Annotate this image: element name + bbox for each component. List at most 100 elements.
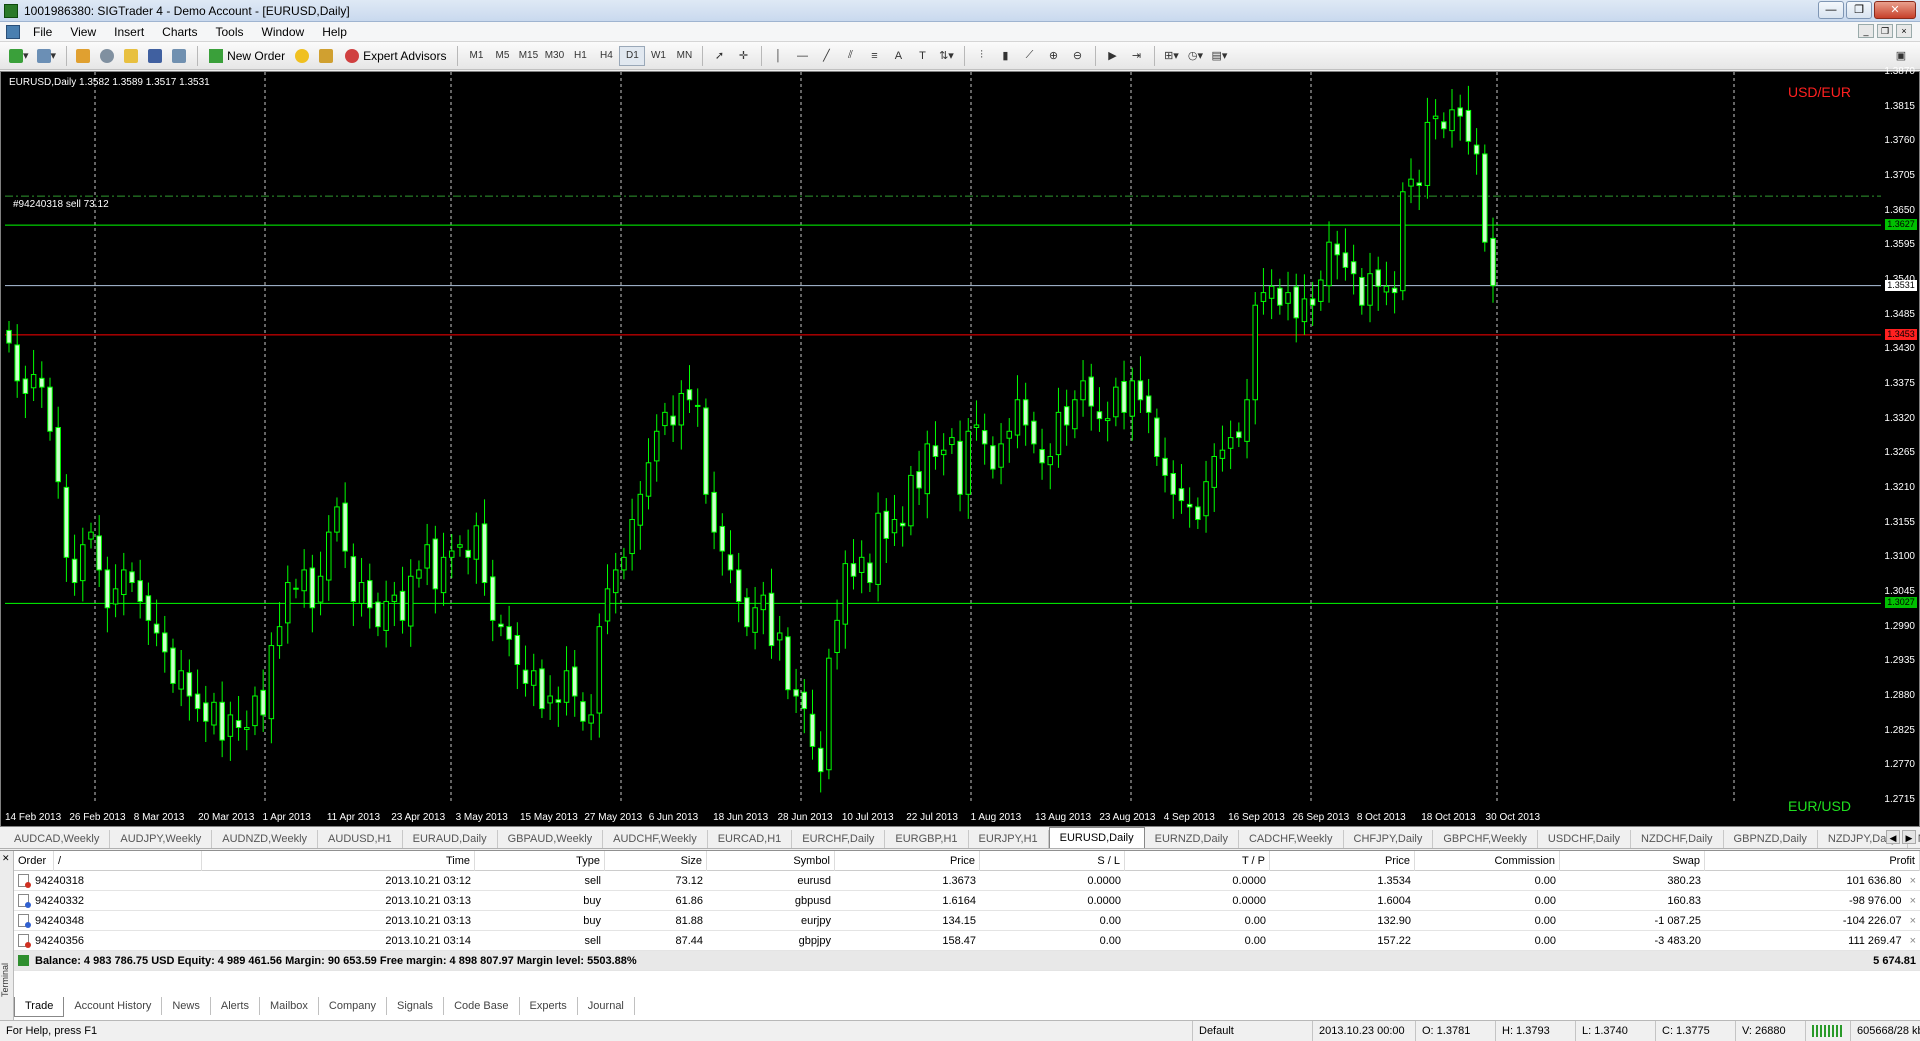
terminal-tab[interactable]: Experts <box>520 997 578 1015</box>
menu-window[interactable]: Window <box>253 25 314 39</box>
col-profit[interactable]: Profit <box>1705 850 1920 871</box>
maximize-button[interactable]: ❐ <box>1846 1 1872 19</box>
chart-area[interactable]: EURUSD,Daily 1.3582 1.3589 1.3517 1.3531… <box>0 66 1920 827</box>
terminal-tab[interactable]: Trade <box>14 997 65 1017</box>
indicators-button[interactable]: ⊞▾ <box>1160 45 1182 67</box>
line-chart-button[interactable]: ⟋ <box>1018 45 1040 67</box>
col-tp[interactable]: T / P <box>1125 850 1270 871</box>
menu-insert[interactable]: Insert <box>105 25 153 39</box>
chart-tab[interactable]: EURJPY,H1 <box>969 830 1049 848</box>
chart-tab[interactable]: AUDJPY,Weekly <box>110 830 213 848</box>
menu-charts[interactable]: Charts <box>153 25 206 39</box>
menu-view[interactable]: View <box>61 25 105 39</box>
terminal-tab[interactable]: News <box>162 997 211 1015</box>
tabs-right-arrow-icon[interactable]: ▶ <box>1902 830 1916 844</box>
chart-tab[interactable]: AUDNZD,Weekly <box>212 830 319 848</box>
close-order-icon[interactable]: × <box>1910 895 1916 907</box>
chart-tab[interactable]: AUDCAD,Weekly <box>4 830 111 848</box>
autoscroll-button[interactable]: ▶ <box>1101 45 1123 67</box>
mdi-close-button[interactable]: × <box>1896 24 1912 38</box>
chart-tab[interactable]: GBPNZD,Daily <box>1724 830 1818 848</box>
zoom-out-button[interactable]: ⊖ <box>1066 45 1088 67</box>
table-row[interactable]: 94240332 2013.10.21 03:13 buy 61.86 gbpusd 1.… <box>14 891 1920 911</box>
timeframe-m15[interactable]: M15 <box>515 50 541 61</box>
chart-tab[interactable]: NZDCHF,Daily <box>1631 830 1724 848</box>
cursor-tool[interactable]: ➚ <box>708 45 730 67</box>
navigator-button[interactable] <box>120 45 142 67</box>
alert-button[interactable] <box>291 45 313 67</box>
new-chart-button[interactable]: ▾ <box>6 45 32 67</box>
timeframe-w1[interactable]: W1 <box>645 50 671 61</box>
table-row[interactable]: 94240318 2013.10.21 03:12 sell 73.12 eurusd 1… <box>14 871 1920 891</box>
chart-tab[interactable]: GBPAUD,Weekly <box>498 830 604 848</box>
terminal-tab[interactable]: Code Base <box>444 997 520 1015</box>
col-symbol[interactable]: Symbol <box>707 850 835 871</box>
trendline-tool[interactable]: ╱ <box>815 45 837 67</box>
terminal-button[interactable] <box>144 45 166 67</box>
chat-button[interactable]: ▣ <box>1890 45 1912 67</box>
col-swap[interactable]: Swap <box>1560 850 1705 871</box>
chart-tab[interactable]: USDCHF,Daily <box>1538 830 1632 848</box>
mdi-restore-button[interactable]: ❐ <box>1877 24 1893 38</box>
horizontal-line-tool[interactable]: — <box>791 45 813 67</box>
timeframe-m5[interactable]: M5 <box>489 50 515 61</box>
timeframe-h4[interactable]: H4 <box>593 50 619 61</box>
terminal-tab[interactable]: Signals <box>387 997 445 1015</box>
mdi-minimize-button[interactable]: _ <box>1858 24 1874 38</box>
channel-tool[interactable]: ⫽ <box>839 45 861 67</box>
vertical-line-tool[interactable]: │ <box>767 45 789 67</box>
terminal-close-icon[interactable]: ✕ <box>2 853 10 864</box>
col-time[interactable]: Time <box>202 850 475 871</box>
timeframe-m30[interactable]: M30 <box>541 50 567 61</box>
tester-button[interactable] <box>168 45 190 67</box>
terminal-tab[interactable]: Company <box>319 997 387 1015</box>
crosshair-tool[interactable]: ✛ <box>732 45 754 67</box>
chart-tab[interactable]: EURAUD,Daily <box>403 830 498 848</box>
minimize-button[interactable]: — <box>1818 1 1844 19</box>
profiles-button[interactable]: ▾ <box>34 45 60 67</box>
timeframe-mn[interactable]: MN <box>671 50 697 61</box>
chart-tab[interactable]: EURNZD,Daily <box>1145 830 1239 848</box>
market-watch-button[interactable] <box>72 45 94 67</box>
bar-chart-button[interactable]: ⫶ <box>970 45 992 67</box>
timeframe-h1[interactable]: H1 <box>567 50 593 61</box>
table-row[interactable]: 94240348 2013.10.21 03:13 buy 81.88 eurjpy 13… <box>14 911 1920 931</box>
col-size[interactable]: Size <box>605 850 707 871</box>
close-order-icon[interactable]: × <box>1910 875 1916 887</box>
col-sort[interactable]: / <box>54 850 202 871</box>
new-order-button[interactable]: New Order <box>203 48 291 63</box>
terminal-tab[interactable]: Mailbox <box>260 997 319 1015</box>
timeframe-m1[interactable]: M1 <box>463 50 489 61</box>
periods-button[interactable]: ◷▾ <box>1184 45 1206 67</box>
chart-tab[interactable]: EURCHF,Daily <box>792 830 886 848</box>
label-tool[interactable]: T <box>911 45 933 67</box>
zoom-in-button[interactable]: ⊕ <box>1042 45 1064 67</box>
chart-tab[interactable]: EURUSD,Daily <box>1048 827 1145 848</box>
fibonacci-tool[interactable]: ≡ <box>863 45 885 67</box>
terminal-tab[interactable]: Alerts <box>211 997 260 1015</box>
col-commission[interactable]: Commission <box>1415 850 1560 871</box>
templates-button[interactable]: ▤▾ <box>1208 45 1230 67</box>
candlestick-button[interactable]: ▮ <box>994 45 1016 67</box>
data-window-button[interactable] <box>96 45 118 67</box>
arrows-tool[interactable]: ⇅▾ <box>935 45 957 67</box>
chart-tab[interactable]: AUDCHF,Weekly <box>603 830 708 848</box>
tabs-left-arrow-icon[interactable]: ◀ <box>1886 830 1900 844</box>
expert-advisors-button[interactable]: Expert Advisors <box>339 48 452 63</box>
terminal-tab[interactable]: Journal <box>578 997 635 1015</box>
menu-file[interactable]: File <box>24 25 61 39</box>
col-sl[interactable]: S / L <box>980 850 1125 871</box>
chart-tab[interactable]: GBPCHF,Weekly <box>1433 830 1538 848</box>
menu-help[interactable]: Help <box>313 25 356 39</box>
timeframe-d1[interactable]: D1 <box>619 45 646 66</box>
close-button[interactable]: ✕ <box>1874 1 1916 19</box>
col-type[interactable]: Type <box>475 850 605 871</box>
terminal-tab[interactable]: Account History <box>64 997 163 1015</box>
chart-tab[interactable]: AUDUSD,H1 <box>318 830 403 848</box>
chart-tab[interactable]: EURGBP,H1 <box>885 830 969 848</box>
col-current-price[interactable]: Price <box>1270 850 1415 871</box>
autotrading-button[interactable] <box>315 45 337 67</box>
chart-tab[interactable]: EURCAD,H1 <box>708 830 793 848</box>
chart-tab[interactable]: CADCHF,Weekly <box>1239 830 1344 848</box>
close-order-icon[interactable]: × <box>1910 935 1916 947</box>
